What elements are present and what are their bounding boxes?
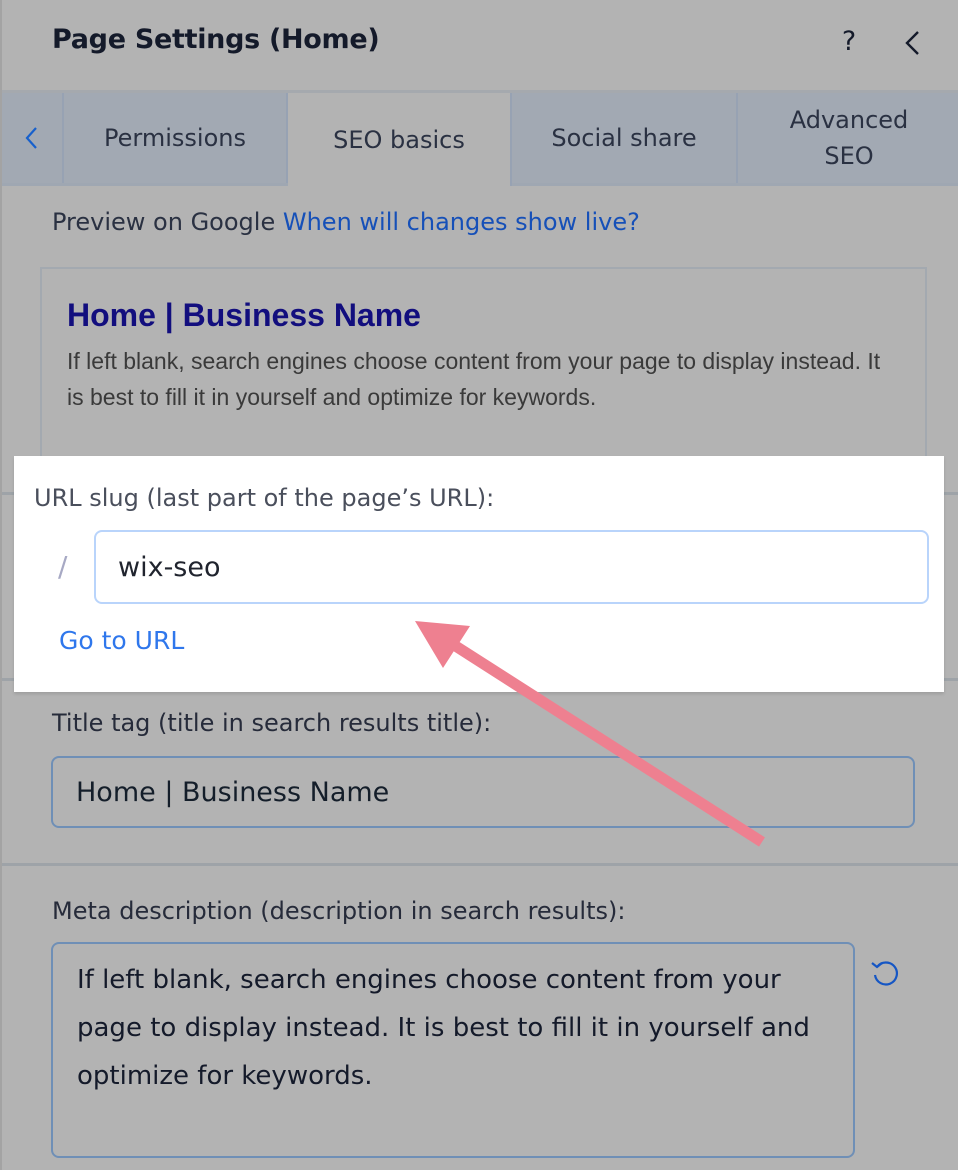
tab-advanced-seo[interactable]: Advanced SEO [738, 93, 958, 183]
preview-title: Home | Business Name [67, 297, 421, 333]
page-settings-panel: Page Settings (Home) ? Permissions SEO b… [0, 0, 958, 1170]
tab-seo-basics[interactable]: SEO basics [288, 93, 512, 186]
chevron-left-icon [905, 31, 919, 55]
title-tag-input[interactable] [51, 756, 915, 828]
preview-description: If left blank, search engines choose con… [67, 348, 881, 410]
question-mark-icon: ? [841, 26, 857, 57]
preview-label: Preview on Google [52, 208, 276, 236]
reset-icon [871, 961, 898, 986]
title-tag-label: Title tag (title in search results title… [52, 709, 492, 737]
preview-heading: Preview on Google When will changes show… [52, 208, 640, 236]
tab-social-share[interactable]: Social share [512, 93, 738, 183]
tab-advanced-seo-label: Advanced SEO [789, 106, 909, 170]
help-button[interactable]: ? [835, 24, 863, 60]
reset-meta-description-button[interactable] [868, 956, 902, 990]
panel-header: Page Settings (Home) ? [2, 0, 958, 90]
chevron-left-icon [25, 127, 37, 149]
tab-permissions[interactable]: Permissions [64, 93, 288, 183]
panel-title: Page Settings (Home) [52, 24, 380, 55]
changes-live-link[interactable]: When will changes show live? [283, 208, 640, 236]
go-to-url-link[interactable]: Go to URL [59, 626, 184, 655]
collapse-button[interactable] [899, 26, 927, 60]
tab-bar: Permissions SEO basics Social share Adva… [2, 90, 958, 186]
google-preview-card: Home | Business Name If left blank, sear… [40, 267, 927, 467]
url-slug-input[interactable] [94, 530, 929, 604]
url-slug-label: URL slug (last part of the page’s URL): [34, 484, 495, 512]
meta-description-textarea[interactable]: If left blank, search engines choose con… [51, 942, 855, 1158]
url-slug-prefix: / [58, 550, 68, 583]
tabs-scroll-back-button[interactable] [2, 93, 64, 183]
section-divider [2, 863, 958, 866]
meta-description-label: Meta description (description in search … [52, 897, 626, 925]
url-slug-section: URL slug (last part of the page’s URL): … [14, 456, 944, 692]
